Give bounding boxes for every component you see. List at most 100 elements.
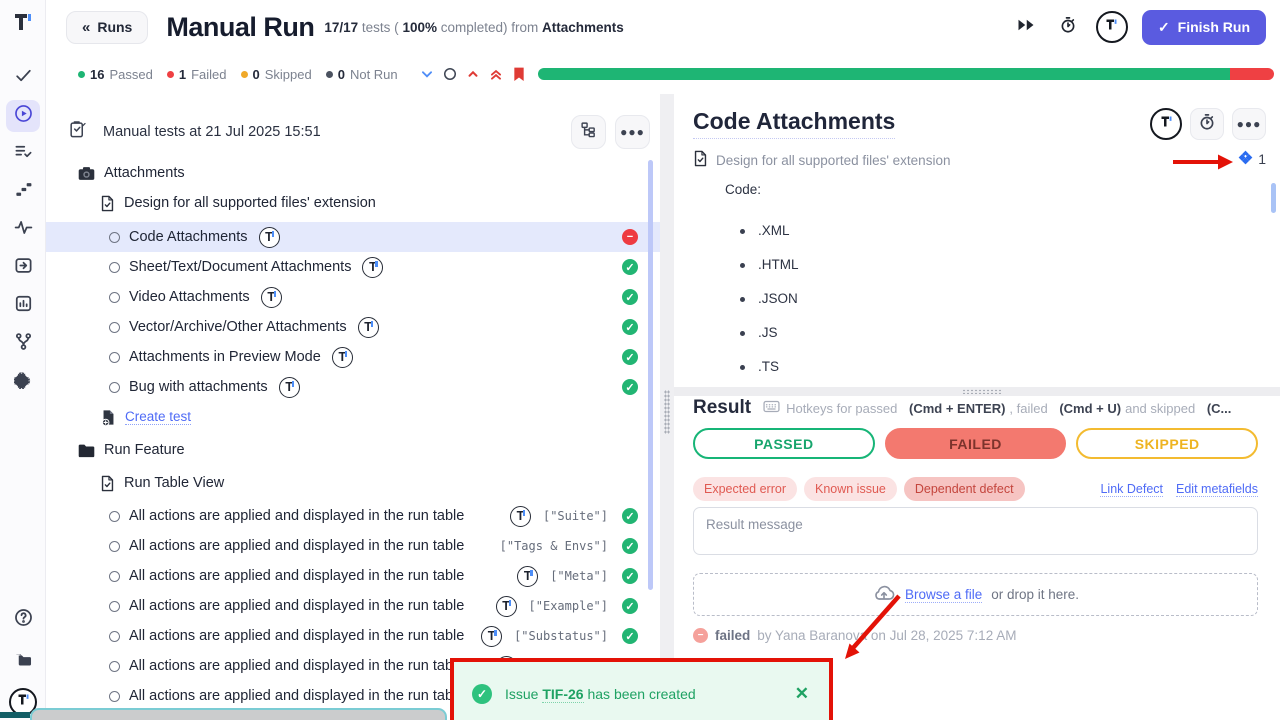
chevron-down-icon[interactable] <box>420 67 434 81</box>
testomat-report-icon[interactable]: T <box>517 566 538 587</box>
tree-test-row[interactable]: Video AttachmentsT✓ <box>46 282 660 312</box>
notrun-dot-icon <box>326 71 333 78</box>
testomat-report-icon[interactable]: T <box>259 227 280 248</box>
passed-button[interactable]: PASSED <box>693 428 875 459</box>
tree-item-label[interactable]: Create test <box>125 409 191 425</box>
tree-view-toggle-button[interactable] <box>571 115 606 149</box>
sidebar-item-pulse[interactable] <box>6 214 40 246</box>
result-resize-handle[interactable] <box>674 387 1280 396</box>
test-tree-panel: Manual tests at 21 Jul 2025 15:51 ●●● At… <box>46 94 660 720</box>
detail-scrollbar[interactable] <box>1271 183 1276 213</box>
chevron-up-icon[interactable] <box>466 67 480 81</box>
drop-hint: or drop it here. <box>991 587 1079 602</box>
tree-item-label: Attachments in Preview Mode <box>129 349 321 365</box>
testomat-report-icon[interactable]: T <box>481 626 502 647</box>
tree-test-row[interactable]: Vector/Archive/Other AttachmentsT✓ <box>46 312 660 342</box>
sidebar-item-plans[interactable] <box>6 138 40 170</box>
sidebar-item-steps[interactable] <box>6 176 40 208</box>
page-title: Manual Run <box>166 12 314 43</box>
sidebar-item-settings[interactable] <box>6 366 40 398</box>
testomat-report-icon[interactable]: T <box>362 257 383 278</box>
toast-message: Issue TIF-26 has been created <box>505 686 696 702</box>
tree-test-row[interactable]: All actions are applied and displayed in… <box>46 621 660 651</box>
tree-file-row[interactable]: Design for all supported files' extensio… <box>46 188 660 218</box>
tree-test-row[interactable]: All actions are applied and displayed in… <box>46 501 660 531</box>
browse-file-link[interactable]: Browse a file <box>905 587 982 603</box>
timer-icon[interactable] <box>1054 13 1082 41</box>
test-tag: ["Example"] <box>529 599 608 613</box>
chevrons-up-icon[interactable] <box>489 67 503 81</box>
tree-item-label: Bug with attachments <box>129 379 268 395</box>
extension-list-item: .JSON <box>740 282 799 316</box>
testomat-logo-icon[interactable] <box>1096 11 1128 43</box>
failed-button[interactable]: FAILED <box>885 428 1067 459</box>
tag-dependent-defect[interactable]: Dependent defect <box>904 477 1025 501</box>
sidebar-item-runs[interactable] <box>6 100 40 132</box>
passed-status-icon: ✓ <box>622 379 638 395</box>
test-circle-icon <box>109 262 120 273</box>
tag-known-issue[interactable]: Known issue <box>804 477 897 501</box>
test-circle-icon <box>109 382 120 393</box>
test-tag: ["Meta"] <box>550 569 608 583</box>
test-breadcrumb: Design for all supported files' extensio… <box>716 153 950 168</box>
passed-status-icon: ✓ <box>622 538 638 554</box>
toast-close-icon[interactable]: ✕ <box>795 684 809 704</box>
link-defect-link[interactable]: Link Defect <box>1100 482 1163 497</box>
panel-resize-handle[interactable] <box>660 94 674 720</box>
fast-forward-icon[interactable] <box>1012 13 1040 41</box>
sidebar-item-analytics[interactable] <box>6 290 40 322</box>
tree-test-row[interactable]: Sheet/Text/Document AttachmentsT✓ <box>46 252 660 282</box>
tree-test-row[interactable]: Bug with attachments T ✓ <box>46 372 660 402</box>
tag-expected-error[interactable]: Expected error <box>693 477 797 501</box>
tree-test-row[interactable]: Attachments in Preview ModeT✓ <box>46 342 660 372</box>
extension-list-item: .TS <box>740 350 799 384</box>
circle-filter-icon[interactable] <box>443 67 457 81</box>
failed-status-icon: − <box>622 229 638 245</box>
bookmark-icon[interactable] <box>512 66 526 82</box>
back-to-runs-button[interactable]: « Runs <box>66 11 148 44</box>
extension-list: .XML.HTML.JSON.JS.TS <box>740 214 799 384</box>
tree-suite-row[interactable]: Attachments <box>46 158 660 188</box>
extension-list-item: .HTML <box>740 248 799 282</box>
tree-create-row[interactable]: Create test <box>46 402 660 432</box>
help-icon[interactable] <box>6 604 40 636</box>
testomat-report-icon[interactable]: T <box>261 287 282 308</box>
testomat-report-icon[interactable]: T <box>358 317 379 338</box>
sidebar-item-import[interactable] <box>6 252 40 284</box>
testomat-report-icon[interactable]: T <box>496 596 517 617</box>
detail-more-button[interactable]: ●●● <box>1232 108 1266 140</box>
test-circle-icon <box>109 511 120 522</box>
file-dropzone[interactable]: Browse a file or drop it here. <box>693 573 1258 616</box>
tree-test-row[interactable]: Code AttachmentsT− <box>46 222 660 252</box>
tree-item-label: All actions are applied and displayed in… <box>129 568 464 584</box>
sidebar-item-branches[interactable] <box>6 328 40 360</box>
result-message-input[interactable] <box>693 507 1258 555</box>
app-logo-icon[interactable] <box>0 0 45 39</box>
tree-item-label: Design for all supported files' extensio… <box>124 195 376 211</box>
issue-key-link[interactable]: TIF-26 <box>542 686 583 703</box>
testomat-report-icon[interactable]: T <box>510 506 531 527</box>
projects-icon[interactable] <box>6 646 40 678</box>
tree-test-row[interactable]: All actions are applied and displayed in… <box>46 591 660 621</box>
tree-folder-row[interactable]: Run Feature <box>46 435 660 465</box>
jira-issue-count[interactable]: 1 <box>1258 151 1266 167</box>
finish-run-button[interactable]: ✓ Finish Run <box>1142 10 1266 45</box>
tree-file-row[interactable]: Run Table View <box>46 468 660 498</box>
progress-failed-segment <box>1230 68 1274 80</box>
skipped-button[interactable]: SKIPPED <box>1076 428 1258 459</box>
tree-item-label: All actions are applied and displayed in… <box>129 688 464 704</box>
test-circle-icon <box>109 541 120 552</box>
tree-test-row[interactable]: All actions are applied and displayed in… <box>46 531 660 561</box>
testomat-report-icon[interactable]: T <box>279 377 300 398</box>
tree-more-button[interactable]: ●●● <box>615 115 650 149</box>
result-heading: Result <box>693 397 751 419</box>
tree-scrollbar[interactable] <box>648 160 653 590</box>
tree-test-row[interactable]: All actions are applied and displayed in… <box>46 561 660 591</box>
file-check-icon <box>100 195 115 212</box>
sidebar-item-tests[interactable] <box>6 62 40 94</box>
jira-issue-icon[interactable] <box>1238 150 1253 168</box>
edit-metafields-link[interactable]: Edit metafields <box>1176 482 1258 497</box>
timer-button[interactable] <box>1190 108 1224 140</box>
testomat-report-icon[interactable]: T <box>332 347 353 368</box>
test-report-logo-icon[interactable] <box>1150 108 1182 140</box>
